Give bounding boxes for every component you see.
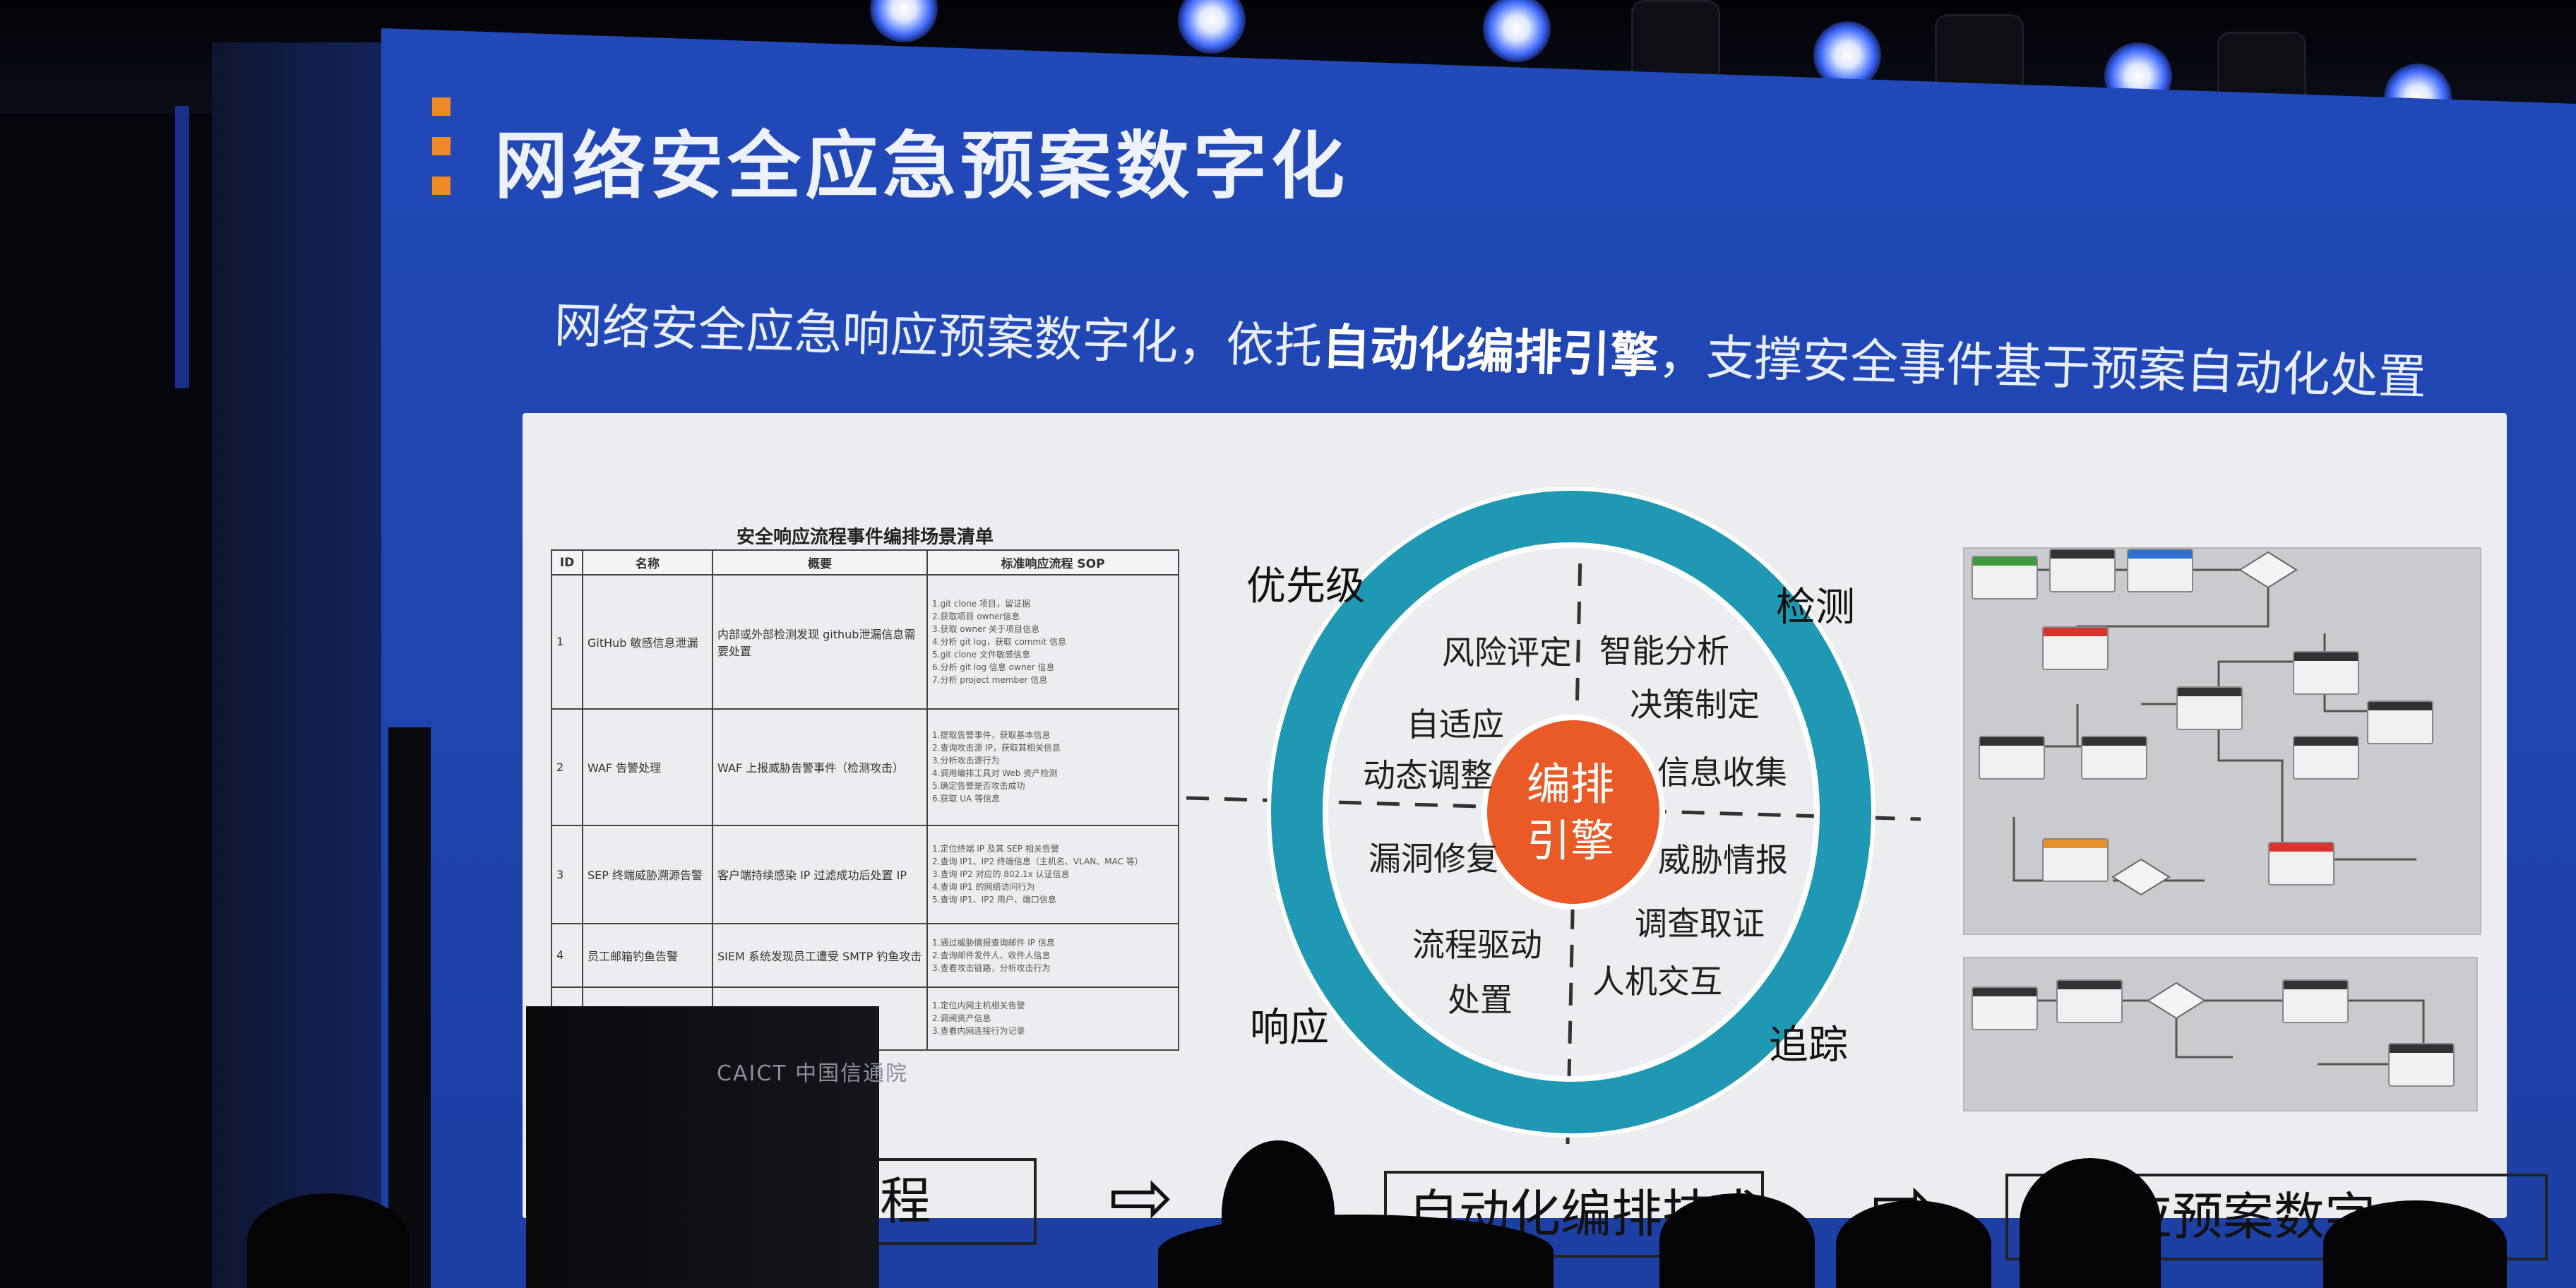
engine-label-line1: 编排 bbox=[1527, 758, 1615, 810]
flow-node bbox=[2042, 838, 2109, 882]
flow-node bbox=[2042, 626, 2109, 670]
label-process-driven: 流程驱动 bbox=[1412, 926, 1542, 964]
label-vuln-repair: 漏洞修复 bbox=[1368, 840, 1498, 878]
podium bbox=[526, 1006, 879, 1288]
table-title: 安全响应流程事件编排场景清单 bbox=[736, 527, 994, 548]
subtitle-highlight: 自动化编排引擎 bbox=[1321, 319, 1659, 385]
engine-label-line2: 引擎 bbox=[1527, 815, 1615, 866]
label-forensics: 调查取证 bbox=[1635, 905, 1765, 943]
table-row: 1 GitHub 敏感信息泄漏 内部或外部检测发现 github泄漏信息需要处置… bbox=[551, 574, 1179, 710]
label-risk-rating: 风险评定 bbox=[1442, 633, 1572, 672]
cell-id: 4 bbox=[551, 923, 583, 988]
table-header-row: ID 名称 概要 标准响应流程 SOP bbox=[551, 549, 1179, 576]
cell-sop: 1.git clone 项目，留证据 2.获取项目 owner信息 3.获取 o… bbox=[926, 574, 1179, 710]
cell-name: GitHub 敏感信息泄漏 bbox=[582, 574, 713, 710]
cell-id: 1 bbox=[551, 574, 583, 710]
cell-name: WAF 告警处理 bbox=[582, 708, 713, 826]
flow-node bbox=[2293, 651, 2359, 695]
quadrant-label-respond: 响应 bbox=[1250, 1005, 1329, 1051]
label-decision-making: 决策制定 bbox=[1630, 686, 1760, 724]
table-row: 2 WAF 告警处理 WAF 上报威胁告警事件（检测攻击） 1.提取告警事件，获… bbox=[551, 708, 1179, 826]
title-bullet-icon bbox=[432, 137, 451, 155]
cell-name: 员工邮箱钓鱼告警 bbox=[582, 923, 713, 988]
audience-head bbox=[1836, 1200, 1991, 1288]
audience-head bbox=[1158, 1215, 1554, 1288]
cell-id: 3 bbox=[551, 824, 583, 925]
cell-sop: 1.通过威胁情报查询邮件 IP 信息 2.查询邮件发件人、收件人信息 3.查看攻… bbox=[926, 923, 1179, 988]
flow-node bbox=[2367, 700, 2433, 744]
label-human-machine: 人机交互 bbox=[1592, 962, 1722, 1001]
stage-speaker-stand bbox=[388, 727, 431, 1288]
quadrant-label-track: 追踪 bbox=[1769, 1022, 1848, 1068]
cell-sop: 1.定位终端 IP 及其 SEP 相关告警 2.查询 IP1、IP2 终端信息（… bbox=[926, 824, 1179, 925]
flow-node bbox=[1979, 736, 2045, 780]
flow-node bbox=[2081, 736, 2147, 780]
label-smart-analysis: 智能分析 bbox=[1599, 632, 1729, 670]
side-led-panel bbox=[212, 42, 381, 1288]
playbook-flow-thumbnail bbox=[1963, 547, 2481, 935]
cell-sop: 1.定位内网主机相关告警 2.调阅资产信息 3.查看内网连接行为记录 bbox=[926, 986, 1179, 1051]
label-threat-intel: 威胁情报 bbox=[1658, 841, 1788, 879]
column-header: 名称 bbox=[582, 549, 713, 576]
cell-id: 2 bbox=[551, 708, 583, 826]
quadrant-label-priority: 优先级 bbox=[1246, 564, 1365, 609]
flow-node bbox=[1972, 556, 2038, 600]
column-header: 概要 bbox=[712, 549, 928, 576]
cell-name: SEP 终端威胁溯源告警 bbox=[582, 824, 713, 925]
scene-list-table: ID 名称 概要 标准响应流程 SOP 1 GitHub 敏感信息泄漏 内部或外… bbox=[551, 549, 1179, 1051]
flow-node bbox=[2056, 979, 2123, 1023]
column-header: ID bbox=[551, 549, 583, 576]
cell-summary: WAF 上报威胁告警事件（检测攻击） bbox=[712, 708, 928, 826]
flow-node bbox=[2293, 736, 2359, 780]
flow-node bbox=[2268, 842, 2334, 886]
cell-summary: 客户端持续感染 IP 过滤成功后处置 IP bbox=[712, 824, 928, 925]
playbook-flow-thumbnail-small bbox=[1963, 957, 2478, 1111]
orchestration-engine-diagram: 优先级 检测 响应 追踪 编排 引擎 风险评定 智能分析 决策制定 自适应 动态… bbox=[1186, 487, 1921, 1144]
column-header: 标准响应流程 SOP bbox=[926, 549, 1179, 576]
podium-logo: CAICT 中国信通院 bbox=[717, 1061, 909, 1086]
cell-summary: SIEM 系统发现员工遭受 SMTP 钓鱼攻击 bbox=[712, 923, 928, 988]
flow-node bbox=[2127, 549, 2193, 592]
audience-head bbox=[2323, 1200, 2507, 1288]
label-disposal: 处置 bbox=[1448, 981, 1513, 1019]
title-bullet-icon bbox=[432, 177, 451, 195]
slide-title: 网络安全应急预案数字化 bbox=[494, 123, 1349, 209]
scene-list-table-area: 安全响应流程事件编排场景清单 ID 名称 概要 标准响应流程 SOP 1 Git… bbox=[551, 523, 1179, 1052]
cell-summary: 内部或外部检测发现 github泄漏信息需要处置 bbox=[712, 574, 928, 710]
audience-head bbox=[247, 1193, 410, 1288]
flow-node bbox=[1972, 986, 2038, 1030]
table-row: 3 SEP 终端威胁溯源告警 客户端持续感染 IP 过滤成功后处置 IP 1.定… bbox=[551, 824, 1179, 925]
right-arrow-icon: ⇨ bbox=[1109, 1152, 1174, 1242]
quadrant-label-detect: 检测 bbox=[1776, 585, 1855, 631]
flow-node bbox=[2388, 1043, 2455, 1087]
label-info-collection: 信息收集 bbox=[1657, 753, 1787, 792]
flow-connectors-small bbox=[2014, 982, 2425, 1066]
flow-node bbox=[2049, 549, 2116, 592]
label-dynamic-adjust: 动态调整 bbox=[1363, 756, 1493, 794]
title-bullet-icon bbox=[432, 97, 451, 116]
cell-sop: 1.提取告警事件，获取基本信息 2.查询攻击源 IP，获取其相关信息 3.分析攻… bbox=[926, 708, 1179, 826]
side-glow bbox=[175, 106, 189, 388]
audience-head bbox=[2020, 1158, 2161, 1288]
table-row: 4 员工邮箱钓鱼告警 SIEM 系统发现员工遭受 SMTP 钓鱼攻击 1.通过威… bbox=[551, 923, 1179, 988]
label-adaptive: 自适应 bbox=[1407, 705, 1504, 744]
flow-node bbox=[2282, 979, 2349, 1023]
audience-head bbox=[1659, 1193, 1815, 1288]
flow-node bbox=[2176, 686, 2243, 730]
